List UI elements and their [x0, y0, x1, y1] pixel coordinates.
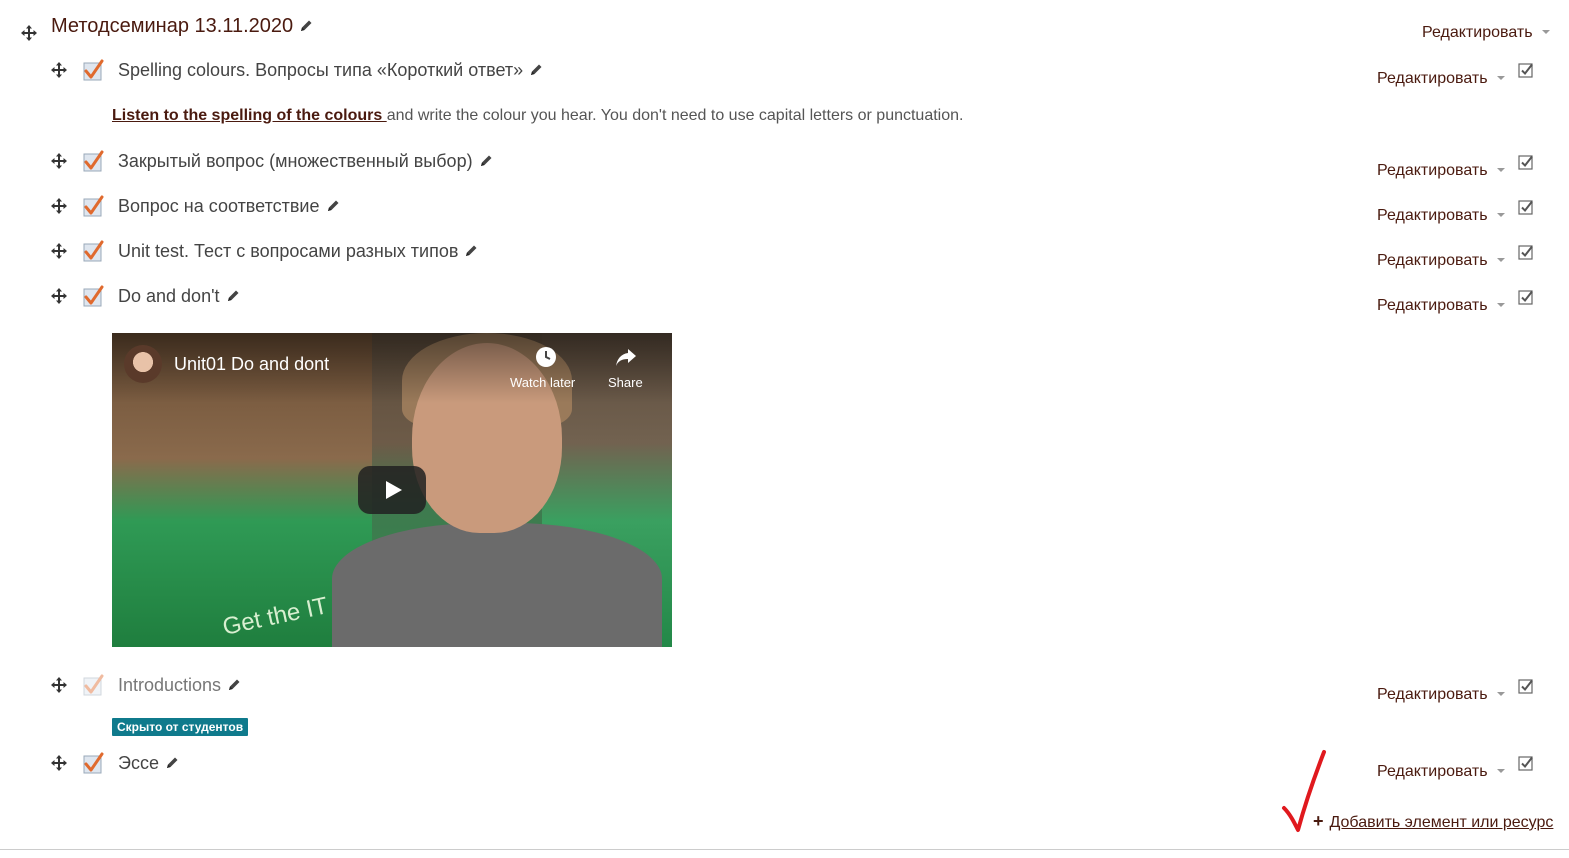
pencil-icon[interactable] — [226, 289, 240, 303]
channel-avatar[interactable] — [124, 345, 162, 383]
activity-essay[interactable]: Эссе — [118, 753, 179, 774]
checkbox-icon[interactable] — [1518, 244, 1534, 260]
quiz-icon — [82, 59, 104, 81]
pencil-icon[interactable] — [299, 19, 313, 33]
activity-name[interactable]: Unit test. Тест с вопросами разных типов — [118, 241, 458, 261]
edit-label: Редактировать — [1377, 297, 1488, 314]
description-text: and write the colour you hear. You don't… — [386, 107, 964, 124]
section-title: Методсеминар 13.11.2020 — [51, 15, 313, 38]
edit-label: Редактировать — [1377, 207, 1488, 224]
activity-edit-menu[interactable]: Редактировать — [1377, 162, 1505, 180]
description-link[interactable]: Listen to the spelling of the colours — [112, 107, 387, 124]
move-icon[interactable] — [50, 61, 68, 79]
caret-down-icon — [1496, 692, 1505, 696]
activity-do-and-dont[interactable]: Do and don't — [118, 286, 240, 307]
checkbox-icon[interactable] — [1518, 154, 1534, 170]
quiz-icon — [82, 285, 104, 307]
hidden-badge: Скрыто от студентов — [112, 718, 249, 736]
activity-name[interactable]: Spelling colours. Вопросы типа «Короткий… — [118, 60, 523, 80]
checkbox-icon[interactable] — [1518, 755, 1534, 771]
checkbox-icon[interactable] — [1518, 62, 1534, 78]
video-frame-person — [332, 523, 662, 647]
quiz-icon — [82, 240, 104, 262]
activity-name[interactable]: Вопрос на соответствие — [118, 196, 320, 216]
activity-introductions[interactable]: Introductions — [118, 675, 241, 696]
activity-spelling-colours[interactable]: Spelling colours. Вопросы типа «Короткий… — [118, 60, 543, 81]
section-title-text: Методсеминар 13.11.2020 — [51, 15, 294, 37]
checkbox-icon[interactable] — [1518, 678, 1534, 694]
video-embed[interactable]: Unit01 Do and dont Watch later Share Get… — [112, 333, 672, 647]
activity-multiple-choice[interactable]: Закрытый вопрос (множественный выбор) — [118, 151, 493, 172]
pencil-icon[interactable] — [227, 678, 241, 692]
section-move-icon[interactable] — [20, 24, 38, 42]
activity-name[interactable]: Закрытый вопрос (множественный выбор) — [118, 151, 473, 171]
play-icon — [386, 481, 402, 499]
activity-edit-menu[interactable]: Редактировать — [1377, 297, 1505, 315]
activity-name[interactable]: Introductions — [118, 675, 221, 695]
activity-matching[interactable]: Вопрос на соответствие — [118, 196, 340, 217]
activity-edit-menu[interactable]: Редактировать — [1377, 763, 1505, 781]
quiz-icon — [82, 752, 104, 774]
section-edit-label: Редактировать — [1422, 24, 1533, 41]
caret-down-icon — [1496, 303, 1505, 307]
caret-down-icon — [1541, 30, 1550, 34]
watch-later-button[interactable]: Watch later — [510, 375, 575, 390]
pencil-icon[interactable] — [479, 154, 493, 168]
caret-down-icon — [1496, 769, 1505, 773]
share-icon[interactable] — [614, 345, 638, 369]
edit-label: Редактировать — [1377, 70, 1488, 87]
plus-icon: + — [1313, 811, 1324, 831]
activity-edit-menu[interactable]: Редактировать — [1377, 252, 1505, 270]
edit-label: Редактировать — [1377, 686, 1488, 703]
move-icon[interactable] — [50, 287, 68, 305]
caret-down-icon — [1496, 213, 1505, 217]
quiz-icon — [82, 674, 104, 696]
caret-down-icon — [1496, 168, 1505, 172]
activity-name[interactable]: Do and don't — [118, 286, 220, 306]
checkbox-icon[interactable] — [1518, 199, 1534, 215]
quiz-icon — [82, 195, 104, 217]
video-title[interactable]: Unit01 Do and dont — [174, 354, 329, 375]
activity-edit-menu[interactable]: Редактировать — [1377, 70, 1505, 88]
section-edit-menu[interactable]: Редактировать — [1422, 24, 1550, 42]
move-icon[interactable] — [50, 197, 68, 215]
bottom-divider — [0, 849, 1569, 850]
move-icon[interactable] — [50, 676, 68, 694]
quiz-icon — [82, 150, 104, 172]
edit-label: Редактировать — [1377, 252, 1488, 269]
caret-down-icon — [1496, 258, 1505, 262]
pencil-icon[interactable] — [464, 244, 478, 258]
activity-unit-test[interactable]: Unit test. Тест с вопросами разных типов — [118, 241, 478, 262]
move-icon[interactable] — [50, 152, 68, 170]
pencil-icon[interactable] — [165, 756, 179, 770]
move-icon[interactable] — [50, 242, 68, 260]
pencil-icon[interactable] — [529, 63, 543, 77]
activity-edit-menu[interactable]: Редактировать — [1377, 207, 1505, 225]
move-icon[interactable] — [50, 754, 68, 772]
activity-edit-menu[interactable]: Редактировать — [1377, 686, 1505, 704]
add-activity-label[interactable]: Добавить элемент или ресурс — [1330, 814, 1554, 831]
add-activity-link[interactable]: + Добавить элемент или ресурс — [1313, 811, 1553, 832]
activity-name[interactable]: Эссе — [118, 753, 159, 773]
pencil-icon[interactable] — [326, 199, 340, 213]
activity-description: Listen to the spelling of the colours an… — [112, 107, 963, 125]
caret-down-icon — [1496, 76, 1505, 80]
edit-label: Редактировать — [1377, 763, 1488, 780]
edit-label: Редактировать — [1377, 162, 1488, 179]
share-button[interactable]: Share — [608, 375, 643, 390]
clock-icon[interactable] — [534, 345, 558, 369]
checkbox-icon[interactable] — [1518, 289, 1534, 305]
